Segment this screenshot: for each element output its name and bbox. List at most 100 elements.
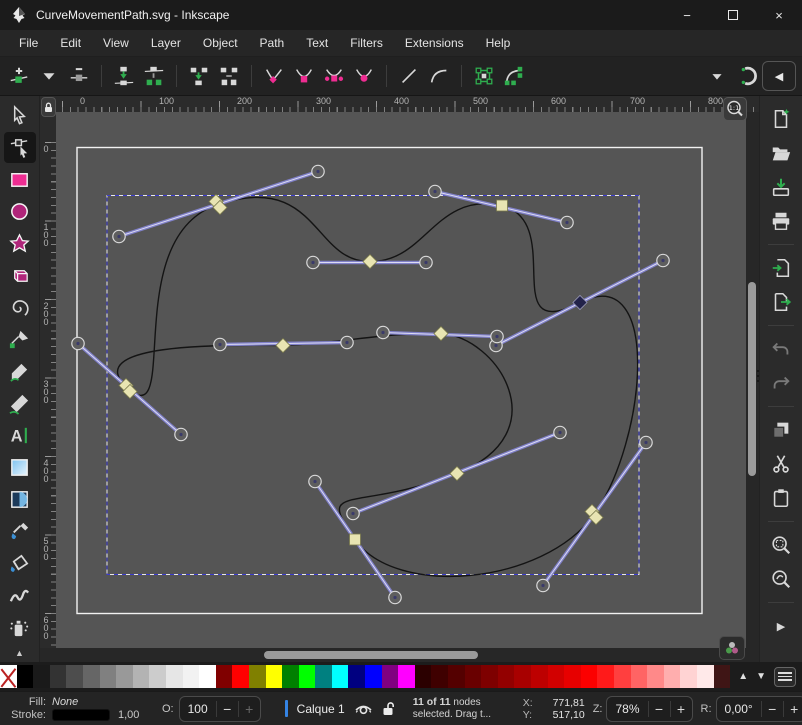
palette-swatch[interactable] [597,665,614,688]
rotation-decrease-button[interactable]: − [761,701,783,717]
palette-swatch[interactable] [581,665,598,688]
rotation-spinbox[interactable]: 0,00° − + [716,696,802,722]
path-node[interactable] [450,466,464,480]
break-nodes-button[interactable] [139,61,169,91]
opacity-spinbox[interactable]: 100 − + [179,696,261,722]
palette-swatch[interactable] [315,665,332,688]
symmetric-node-button[interactable] [319,61,349,91]
palette-swatch[interactable] [680,665,697,688]
menu-item-file[interactable]: File [8,32,49,54]
vertical-ruler[interactable]: 0100200300400500600 [40,112,56,648]
tool-gradient[interactable] [4,452,36,483]
open-document-button[interactable] [766,138,796,168]
tool-dropper[interactable] [4,516,36,547]
palette-swatch[interactable] [498,665,515,688]
stroke-color-swatch[interactable] [52,709,110,721]
palette-swatch[interactable] [332,665,349,688]
menu-item-object[interactable]: Object [192,32,249,54]
insert-node-button[interactable] [4,61,34,91]
path-node[interactable] [350,534,361,545]
palette-swatch[interactable] [232,665,249,688]
opacity-value[interactable]: 100 [180,702,216,716]
horizontal-scrollbar[interactable] [40,648,759,662]
tool-box-3d[interactable] [4,260,36,291]
palette-scroll-up-icon[interactable]: ▲ [738,671,748,682]
menu-item-help[interactable]: Help [475,32,522,54]
path-node[interactable] [497,200,508,211]
palette-swatch[interactable] [183,665,200,688]
undo-button[interactable] [766,334,796,364]
tool-spray[interactable] [4,612,36,643]
palette-swatch[interactable] [481,665,498,688]
palette-swatch[interactable] [133,665,150,688]
palette-swatch[interactable] [714,665,731,688]
palette-swatch[interactable] [664,665,681,688]
redo-button[interactable] [766,368,796,398]
vertical-scrollbar-thumb[interactable] [748,282,756,476]
palette-swatch[interactable] [100,665,117,688]
rotation-value[interactable]: 0,00° [717,702,761,716]
tool-pen[interactable] [4,324,36,355]
tool-pencil[interactable] [4,356,36,387]
palette-swatch[interactable] [282,665,299,688]
menu-item-path[interactable]: Path [249,32,296,54]
zoom-drawing-button[interactable] [766,564,796,594]
collapse-toolbar-button[interactable]: ◀ [762,61,796,91]
close-button[interactable]: × [756,0,802,30]
zoom-selection-button[interactable] [766,530,796,560]
duplicate-button[interactable] [766,415,796,445]
menu-item-view[interactable]: View [92,32,140,54]
corner-node-button[interactable] [259,61,289,91]
zoom-1-1-button[interactable]: 1:1 [723,97,747,121]
tool-selector[interactable] [4,100,36,131]
palette-swatch[interactable] [266,665,283,688]
tool-paint-bucket[interactable] [4,548,36,579]
palette-swatch[interactable] [398,665,415,688]
line-segment-button[interactable] [394,61,424,91]
layer-name[interactable]: Calque 1 [297,702,345,716]
layer-lock-icon[interactable] [382,701,395,716]
ruler-lock-button[interactable] [41,97,56,117]
toolbar-overflow-dropdown-button[interactable] [702,61,732,91]
palette-swatch[interactable] [647,665,664,688]
palette-swatch[interactable] [614,665,631,688]
menu-item-extensions[interactable]: Extensions [394,32,475,54]
opacity-increase-button[interactable]: + [238,701,260,717]
palette-swatch[interactable] [66,665,83,688]
path-node[interactable] [276,338,290,352]
join-with-segment-button[interactable] [184,61,214,91]
palette-swatch[interactable] [431,665,448,688]
palette-swatch[interactable] [116,665,133,688]
palette-swatch[interactable] [465,665,482,688]
palette-swatch-none[interactable] [0,665,17,688]
import-document-button[interactable] [766,253,796,283]
layer-visibility-icon[interactable] [354,702,373,716]
palette-swatch[interactable] [548,665,565,688]
palette-swatch[interactable] [216,665,233,688]
path-node[interactable] [434,326,448,340]
tool-rectangle[interactable] [4,164,36,195]
palette-swatch[interactable] [514,665,531,688]
palette-swatch[interactable] [249,665,266,688]
path-node[interactable] [573,295,587,309]
palette-swatch[interactable] [149,665,166,688]
tool-calligraphy[interactable] [4,388,36,419]
palette-swatch[interactable] [50,665,67,688]
palette-swatch[interactable] [631,665,648,688]
tool-ellipse[interactable] [4,196,36,227]
tool-mesh-gradient[interactable] [4,484,36,515]
print-document-button[interactable] [766,206,796,236]
menu-item-edit[interactable]: Edit [49,32,92,54]
path-node[interactable] [363,254,377,268]
save-document-button[interactable] [766,172,796,202]
tool-node-editor[interactable] [4,132,36,163]
canvas[interactable] [56,112,746,648]
palette-swatch[interactable] [33,665,50,688]
palette-menu-button[interactable] [774,667,796,687]
palette-swatch[interactable] [199,665,216,688]
palette-swatch[interactable] [415,665,432,688]
horizontal-ruler[interactable]: 0100200300400500600700800 [56,96,759,112]
join-nodes-button[interactable] [109,61,139,91]
color-managed-view-button[interactable] [719,636,745,660]
palette-swatch[interactable] [17,665,34,688]
